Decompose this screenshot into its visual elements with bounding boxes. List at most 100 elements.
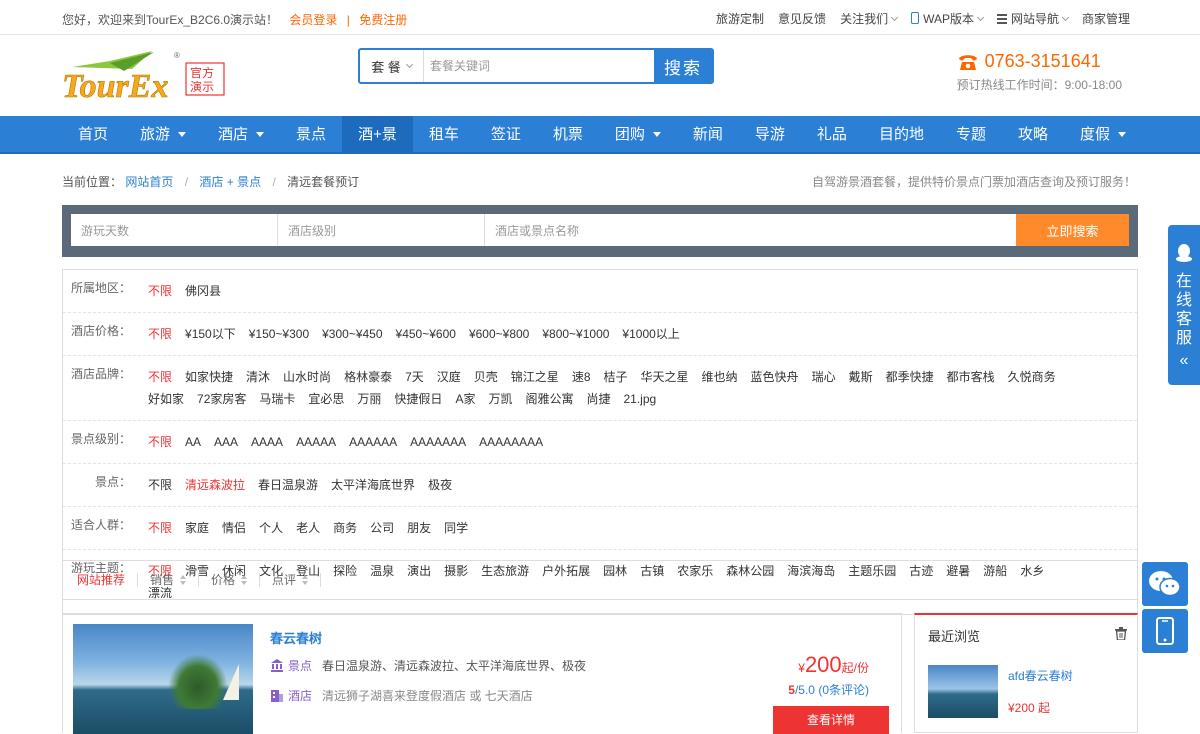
breadcrumb-section[interactable]: 酒店 + 景点	[199, 175, 261, 189]
nav-destinations[interactable]: 目的地	[863, 116, 940, 154]
filter-option[interactable]: 太平洋海底世界	[331, 474, 415, 496]
filter-option[interactable]: 格林豪泰	[344, 366, 392, 388]
top-link-custom-tour[interactable]: 旅游定制	[716, 10, 764, 27]
site-logo[interactable]: TourEx ® 官方 演示	[62, 49, 227, 109]
filter-option[interactable]: 不限	[148, 431, 172, 453]
filter-option[interactable]: 公司	[370, 517, 394, 539]
recent-item-image[interactable]	[928, 665, 998, 718]
breadcrumb-home[interactable]: 网站首页	[125, 175, 173, 189]
filter-option[interactable]: 不限	[148, 517, 172, 539]
hotel-scenic-name-field[interactable]: 酒店或景点名称	[485, 214, 1016, 246]
filter-option[interactable]: 清沐	[246, 366, 270, 388]
filter-option[interactable]: AAAAAAA	[410, 431, 466, 453]
filter-option[interactable]: ¥800~¥1000	[542, 323, 609, 345]
nav-flights[interactable]: 机票	[537, 116, 599, 154]
filter-option[interactable]: AAA	[214, 431, 238, 453]
filter-option[interactable]: 不限	[148, 323, 172, 345]
nav-visa[interactable]: 签证	[475, 116, 537, 154]
filter-option[interactable]: 万丽	[357, 388, 381, 410]
filter-option[interactable]: ¥300~¥450	[322, 323, 382, 345]
filter-option[interactable]: 情侣	[222, 517, 246, 539]
filter-option[interactable]: 极夜	[428, 474, 452, 496]
sort-recommended[interactable]: 网站推荐	[77, 573, 139, 587]
filter-option[interactable]: 蓝色快舟	[751, 366, 799, 388]
filter-option[interactable]: 都市客栈	[947, 366, 995, 388]
search-category-select[interactable]: 套 餐	[360, 50, 424, 82]
filter-option[interactable]: 不限	[148, 280, 172, 302]
filter-option[interactable]: AAAAAAAA	[479, 431, 543, 453]
top-link-sitenav[interactable]: 网站导航	[996, 10, 1068, 27]
filter-option[interactable]: 不限	[148, 366, 172, 388]
nav-strategy[interactable]: 攻略	[1002, 116, 1064, 154]
filter-option[interactable]: 如家快捷	[185, 366, 233, 388]
filter-option[interactable]: AA	[185, 431, 201, 453]
filter-option[interactable]: 个人	[259, 517, 283, 539]
filter-option[interactable]: 山水时尚	[283, 366, 331, 388]
nav-scenic[interactable]: 景点	[280, 116, 342, 154]
filter-option[interactable]: 21.jpg	[624, 388, 657, 410]
filter-option[interactable]: 久悦商务	[1008, 366, 1056, 388]
filter-option[interactable]: 朋友	[407, 517, 431, 539]
filter-option[interactable]: 好如家	[148, 388, 184, 410]
online-service-tab[interactable]: 在 线 客 服 «	[1168, 225, 1200, 385]
filter-option[interactable]: 维也纳	[702, 366, 738, 388]
product-name[interactable]: 春云春树	[270, 628, 322, 647]
filter-option[interactable]: A家	[455, 388, 475, 410]
filter-option[interactable]: 万凯	[488, 388, 512, 410]
filter-option[interactable]: 老人	[296, 517, 320, 539]
filter-option[interactable]: 汉庭	[437, 366, 461, 388]
filter-option[interactable]: ¥150以下	[185, 323, 236, 345]
trash-icon[interactable]	[1115, 627, 1127, 640]
top-link-merchant[interactable]: 商家管理	[1082, 10, 1130, 27]
filter-option[interactable]: AAAAA	[296, 431, 336, 453]
filter-option[interactable]: 72家房客	[197, 388, 246, 410]
filter-option[interactable]: ¥1000以上	[622, 323, 679, 345]
wechat-button[interactable]	[1142, 562, 1188, 606]
nav-topics[interactable]: 专题	[940, 116, 1002, 154]
sort-sales[interactable]: 销售	[150, 573, 200, 587]
mobile-button[interactable]	[1142, 609, 1188, 653]
nav-gifts[interactable]: 礼品	[801, 116, 863, 154]
filter-option[interactable]: 清远森波拉	[185, 474, 245, 496]
filter-option[interactable]: 同学	[444, 517, 468, 539]
filter-option[interactable]: 宜必思	[308, 388, 344, 410]
nav-group-buy[interactable]: 团购	[599, 116, 677, 154]
product-image[interactable]	[73, 624, 253, 734]
days-field[interactable]: 游玩天数	[71, 214, 278, 246]
sort-rating[interactable]: 点评	[272, 573, 322, 587]
filter-option[interactable]: 不限	[148, 474, 172, 496]
nav-vacation[interactable]: 度假	[1064, 116, 1142, 154]
filter-option[interactable]: 速8	[572, 366, 591, 388]
filter-option[interactable]: AAAA	[251, 431, 283, 453]
filter-option[interactable]: 马瑞卡	[259, 388, 295, 410]
nav-hotel[interactable]: 酒店	[202, 116, 280, 154]
filter-option[interactable]: 贝壳	[474, 366, 498, 388]
filter-option[interactable]: 春日温泉游	[258, 474, 318, 496]
filter-option[interactable]: 瑞心	[812, 366, 836, 388]
search-button[interactable]: 搜索	[654, 50, 712, 82]
product-rating[interactable]: 5/5.0 (0条评论)	[788, 681, 869, 698]
view-details-button[interactable]: 查看详情	[773, 706, 889, 734]
filter-option[interactable]: 都季快捷	[886, 366, 934, 388]
filter-option[interactable]: ¥150~¥300	[249, 323, 309, 345]
filter-option[interactable]: AAAAAA	[349, 431, 397, 453]
nav-tour[interactable]: 旅游	[124, 116, 202, 154]
filter-option[interactable]: 华天之星	[641, 366, 689, 388]
top-link-feedback[interactable]: 意见反馈	[778, 10, 826, 27]
recent-item-name[interactable]: afd春云春树	[1008, 667, 1073, 684]
filter-option[interactable]: ¥450~¥600	[396, 323, 456, 345]
filter-option[interactable]: 锦江之星	[511, 366, 559, 388]
filter-option[interactable]: 快捷假日	[394, 388, 442, 410]
nav-news[interactable]: 新闻	[677, 116, 739, 154]
sort-price[interactable]: 价格	[211, 573, 261, 587]
filter-option[interactable]: 佛冈县	[185, 280, 221, 302]
filter-option[interactable]: 家庭	[185, 517, 209, 539]
filter-option[interactable]: 桔子	[604, 366, 628, 388]
register-link[interactable]: 免费注册	[359, 13, 407, 27]
top-link-follow[interactable]: 关注我们	[840, 10, 897, 27]
nav-car-rental[interactable]: 租车	[413, 116, 475, 154]
hotel-level-field[interactable]: 酒店级别	[278, 214, 485, 246]
top-link-wap[interactable]: WAP版本	[911, 10, 983, 27]
nav-hotel-scenic[interactable]: 酒+景	[342, 116, 413, 154]
filter-option[interactable]: ¥600~¥800	[469, 323, 529, 345]
